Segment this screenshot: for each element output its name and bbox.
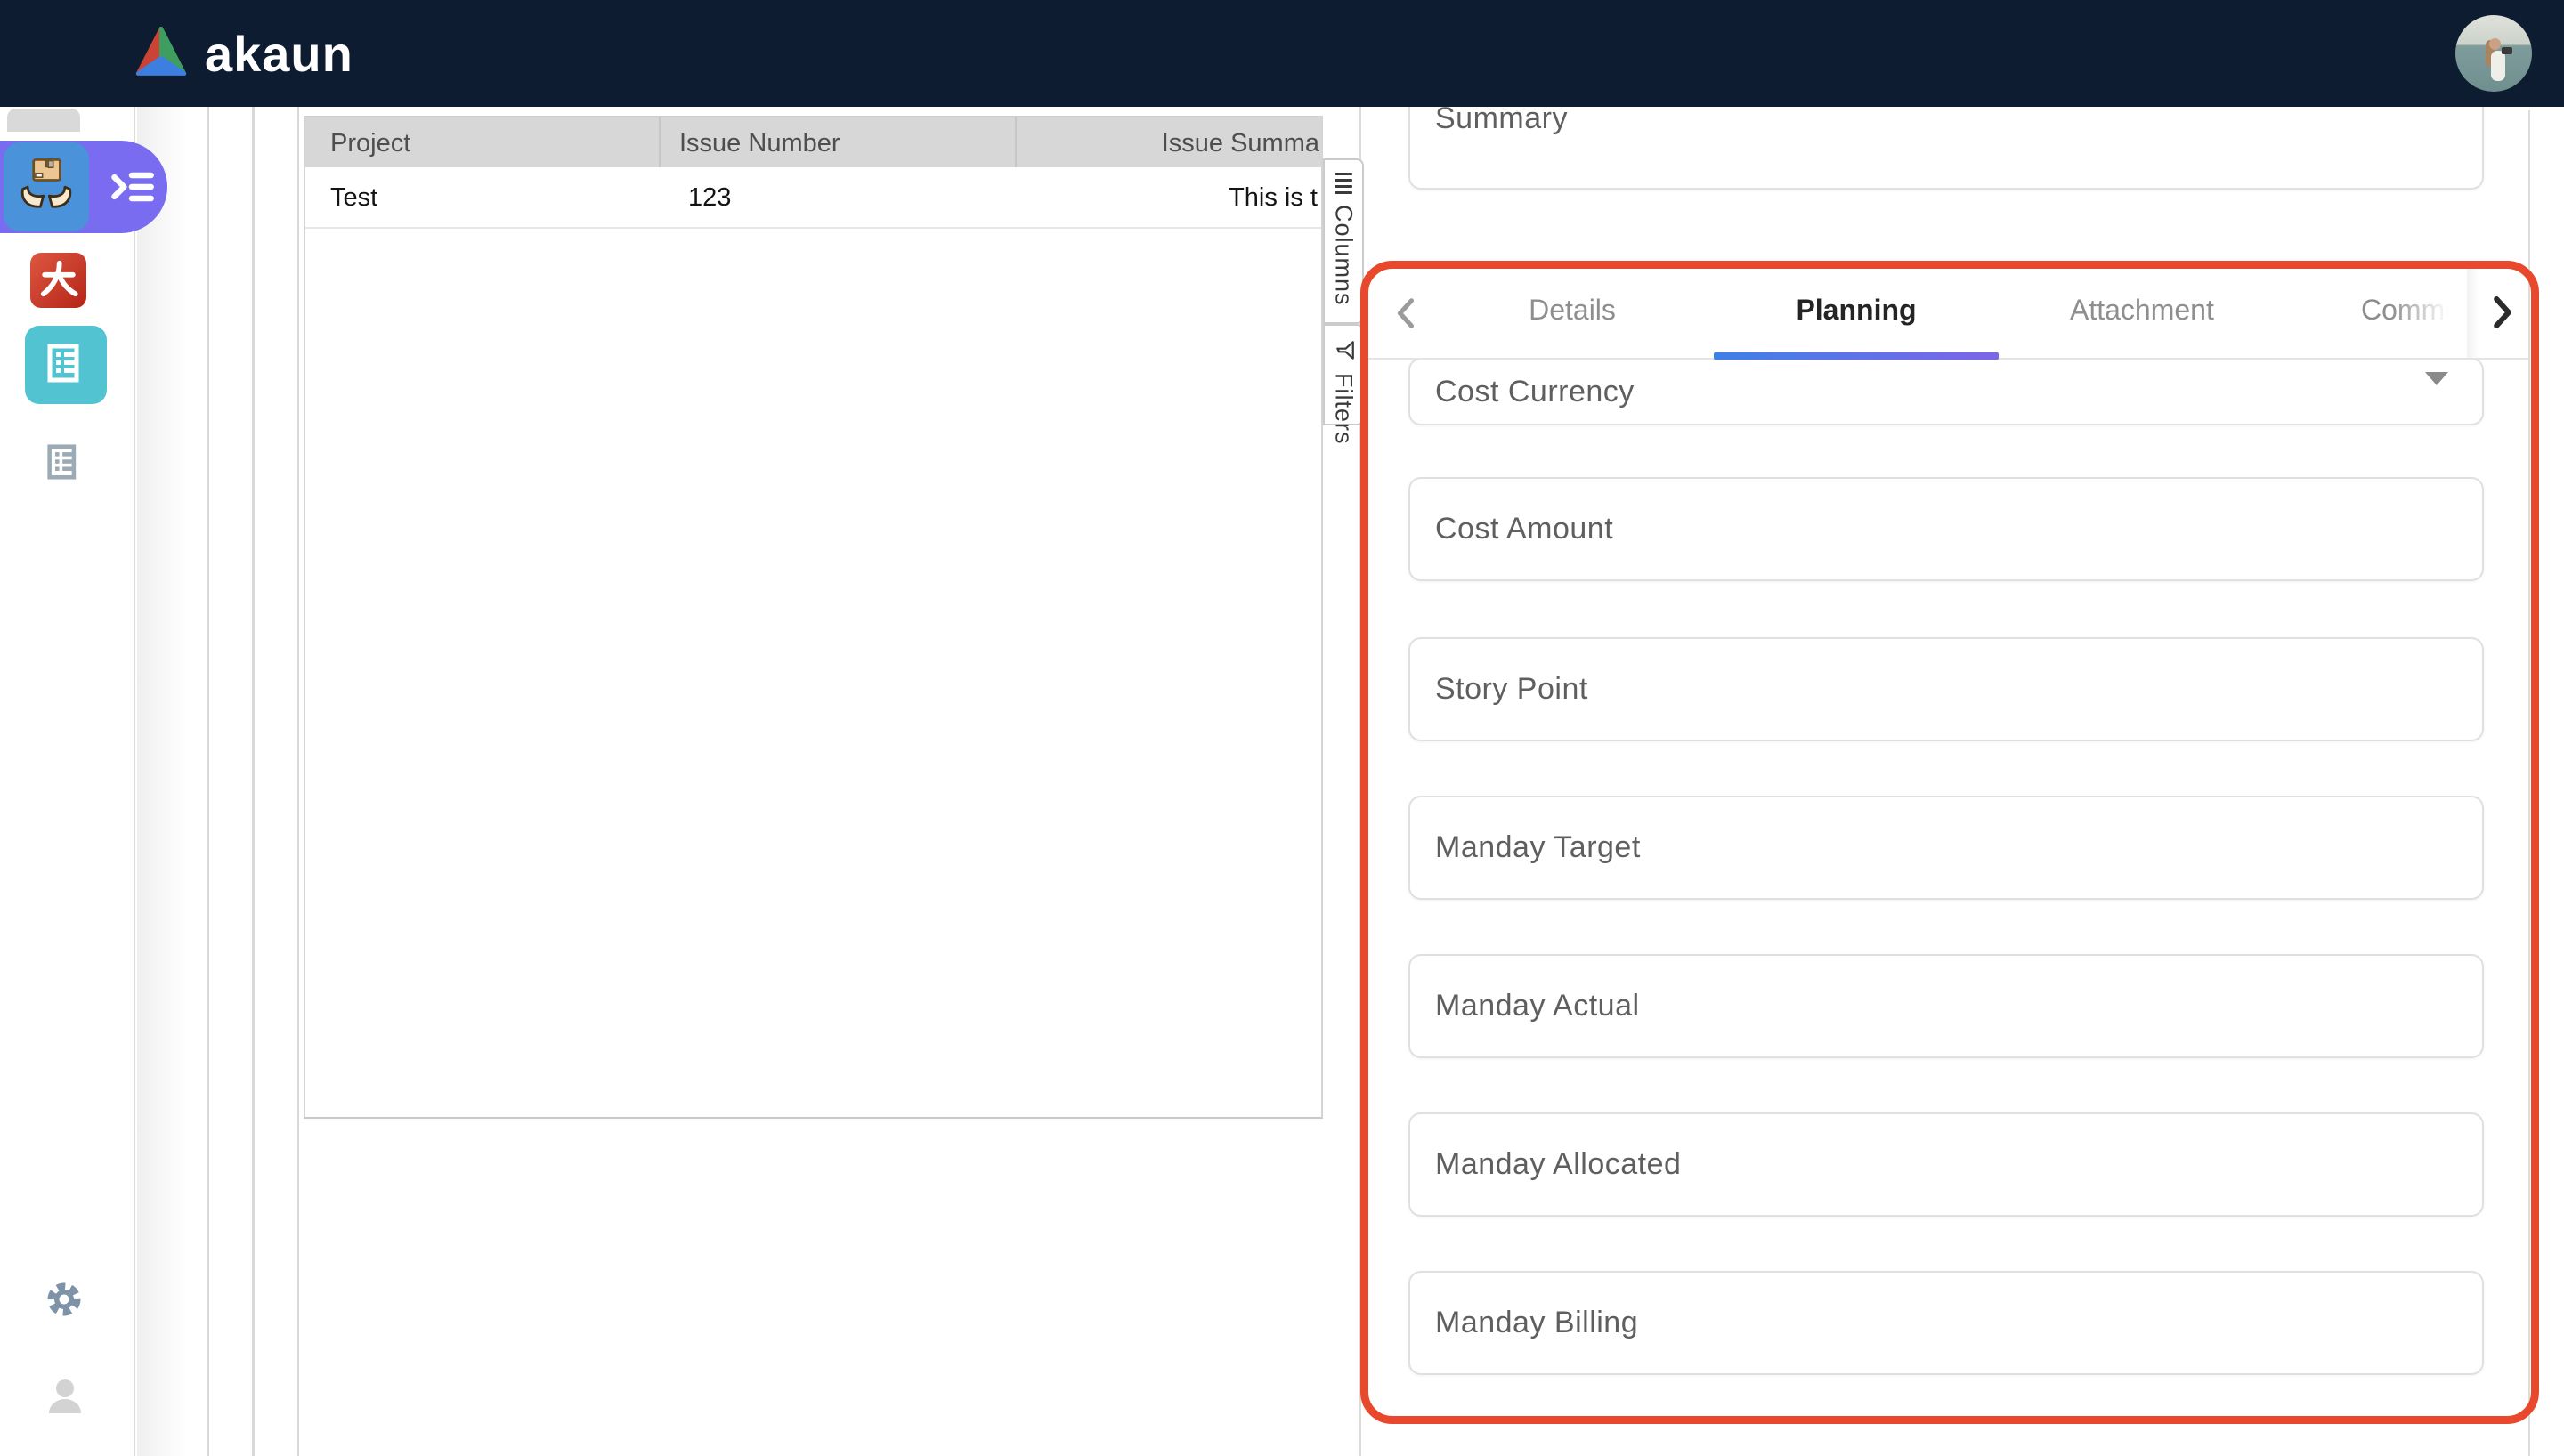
story-point-field[interactable]: Story Point xyxy=(1408,637,2484,741)
list-form-icon xyxy=(46,443,82,485)
tab-planning[interactable]: Planning xyxy=(1785,294,1927,333)
table-header-row: Project Issue Number Issue Summa xyxy=(305,116,1321,169)
list-form-icon xyxy=(46,344,85,387)
cost-amount-field[interactable]: Cost Amount xyxy=(1408,477,2484,581)
sidebar-item-forms-active[interactable] xyxy=(25,326,107,404)
top-bar: akaun xyxy=(0,0,2564,107)
sidebar-item-dahua-app[interactable] xyxy=(30,253,86,308)
user-profile-icon[interactable] xyxy=(45,1376,85,1421)
indent-menu-icon[interactable] xyxy=(109,164,155,214)
panel-divider xyxy=(297,107,299,1456)
story-point-label: Story Point xyxy=(1435,672,1588,706)
dahua-character-icon xyxy=(38,258,79,303)
filter-funnel-icon xyxy=(1332,341,1356,360)
sidebar-item-logistics[interactable] xyxy=(4,142,89,231)
detail-tab-bar: Details Planning Attachment Comme xyxy=(1362,267,2528,360)
columns-tab-label: Columns xyxy=(1330,205,1358,306)
cost-amount-label: Cost Amount xyxy=(1435,512,1614,546)
columns-side-tab[interactable]: Columns xyxy=(1323,158,1364,324)
manday-allocated-label: Manday Allocated xyxy=(1435,1147,1682,1181)
cell-issue-number: 123 xyxy=(688,183,732,212)
manday-actual-label: Manday Actual xyxy=(1435,989,1640,1023)
manday-actual-field[interactable]: Manday Actual xyxy=(1408,954,2484,1058)
app-logo[interactable]: akaun xyxy=(132,23,353,85)
manday-allocated-field[interactable]: Manday Allocated xyxy=(1408,1112,2484,1217)
tab-strip-edge-shadow xyxy=(2467,267,2479,358)
settings-gear-icon[interactable] xyxy=(43,1278,85,1325)
tabs-scroll-right-button[interactable] xyxy=(2488,295,2517,334)
manday-target-label: Manday Target xyxy=(1435,830,1641,864)
tabs-scroll-left-button[interactable] xyxy=(1392,297,1419,334)
user-avatar[interactable] xyxy=(2455,15,2532,92)
dropdown-arrow-icon[interactable] xyxy=(2425,372,2448,385)
cell-project: Test xyxy=(330,183,378,212)
active-tab-underline xyxy=(1714,352,1999,360)
logo-wordmark: akaun xyxy=(205,26,353,82)
app-sidebar xyxy=(0,107,135,1456)
panel-divider xyxy=(207,107,209,1456)
issues-table: Project Issue Number Issue Summa Test 12… xyxy=(304,116,1323,1119)
tab-details[interactable]: Details xyxy=(1501,294,1643,333)
panel-divider xyxy=(252,107,255,1456)
filters-side-tab[interactable]: Filters xyxy=(1323,324,1364,445)
filters-tab-label: Filters xyxy=(1330,373,1358,445)
column-divider[interactable] xyxy=(659,117,661,169)
sidebar-item-forms[interactable] xyxy=(46,443,82,485)
panel-right-border xyxy=(2528,110,2530,1456)
cell-issue-summary: This is t xyxy=(1229,183,1318,212)
manday-billing-field[interactable]: Manday Billing xyxy=(1408,1271,2484,1375)
hands-package-icon xyxy=(19,156,74,219)
issue-detail-panel: Summary Cost Currency Details Planning A… xyxy=(1359,78,2564,1456)
column-header-issue-number[interactable]: Issue Number xyxy=(679,117,840,169)
manday-target-field[interactable]: Manday Target xyxy=(1408,796,2484,900)
columns-icon xyxy=(1335,173,1352,194)
column-divider[interactable] xyxy=(1015,117,1017,169)
manday-billing-label: Manday Billing xyxy=(1435,1306,1639,1339)
sidebar-item-partial xyxy=(7,109,80,132)
collapsed-drawer xyxy=(137,107,207,1456)
column-header-issue-summary[interactable]: Issue Summa xyxy=(1162,117,1319,169)
tab-attachment[interactable]: Attachment xyxy=(2070,294,2214,333)
column-header-project[interactable]: Project xyxy=(330,117,410,169)
cost-currency-select[interactable]: Cost Currency xyxy=(1408,358,2484,425)
table-row[interactable]: Test 123 This is t xyxy=(305,167,1321,229)
logo-triangle-icon xyxy=(132,23,191,85)
cost-currency-label: Cost Currency xyxy=(1435,374,1635,408)
tab-overflow-fade xyxy=(2391,267,2468,358)
